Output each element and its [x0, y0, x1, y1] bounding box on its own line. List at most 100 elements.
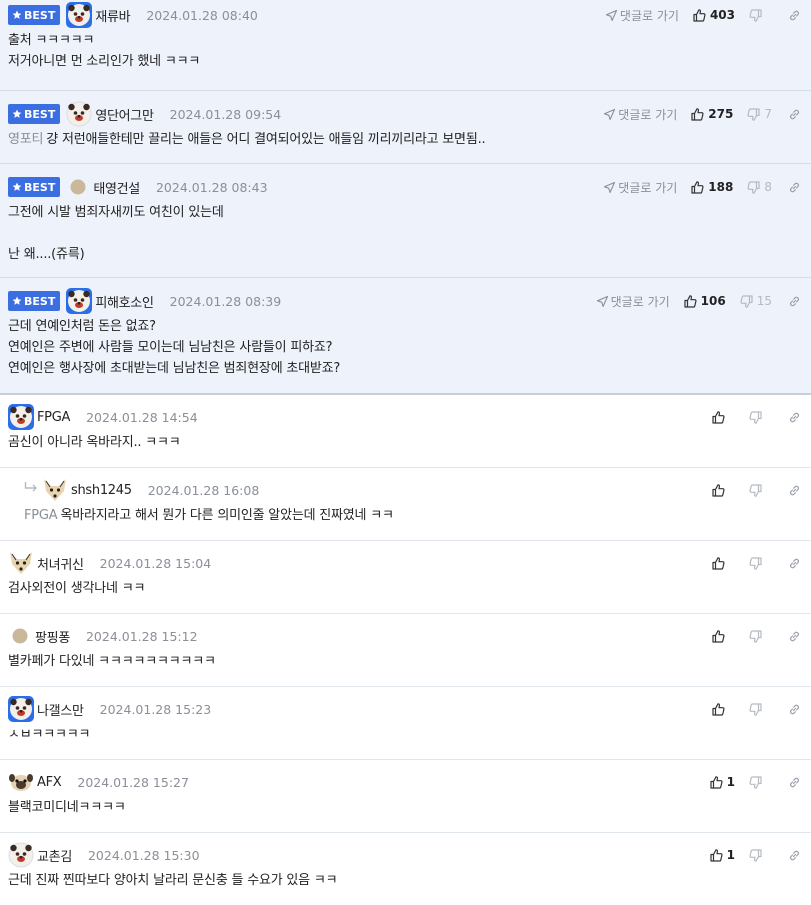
share-link-button[interactable]	[788, 108, 801, 121]
nickname[interactable]: 교촌김	[37, 846, 72, 865]
like-count: 403	[709, 8, 735, 22]
comment-body: 그전에 시발 범죄자새끼도 여친이 있는데 난 왜....(쥬륵)	[8, 205, 224, 262]
dislike-count: 7	[764, 107, 772, 121]
like-button[interactable]: 1	[710, 775, 735, 789]
share-link-button[interactable]	[788, 295, 801, 308]
link-icon	[790, 296, 799, 306]
bear-avatar[interactable]	[66, 101, 92, 127]
navigate-icon	[596, 295, 608, 307]
bear-avatar[interactable]	[8, 696, 34, 722]
nickname[interactable]: 재류바	[95, 6, 130, 25]
share-link-button[interactable]	[788, 630, 801, 643]
nickname[interactable]: FPGA	[37, 410, 70, 425]
like-button[interactable]: 1	[710, 848, 735, 862]
dislike-button[interactable]	[749, 702, 772, 716]
dislike-button[interactable]: 8	[747, 180, 772, 194]
dislike-count: 8	[764, 180, 772, 194]
dot-avatar[interactable]	[12, 628, 28, 644]
like-button[interactable]	[712, 556, 735, 570]
thumbs-down-icon	[749, 848, 762, 862]
share-link-button[interactable]	[788, 703, 801, 716]
thumbs-down-icon	[749, 702, 762, 716]
dislike-button[interactable]: 7	[747, 107, 772, 121]
timestamp: 2024.01.28 08:40	[146, 7, 258, 23]
comment-body: 근데 진짜 찐따보다 양아치 날라리 문신충 들 수요가 있음 ㅋㅋ	[8, 873, 338, 888]
dislike-button[interactable]: 15	[740, 294, 772, 308]
like-button[interactable]: 275	[691, 107, 733, 121]
link-icon	[790, 777, 799, 787]
share-link-button[interactable]	[788, 484, 801, 497]
like-button[interactable]	[712, 702, 735, 716]
nickname[interactable]: 피해호소인	[95, 292, 154, 311]
reply-target[interactable]: 영포티	[8, 132, 43, 147]
link-icon	[790, 412, 799, 422]
comment-body: 근데 연예인처럼 돈은 없죠? 연예인은 주변에 사람들 모이는데 님남친은 사…	[8, 319, 341, 376]
comment: 처녀귀신 2024.01.28 15:04 검사외전이 생각나네 ㅋㅋ	[0, 541, 811, 614]
bear-avatar[interactable]	[8, 404, 34, 430]
goto-comment-button[interactable]: 댓글로 가기	[596, 293, 670, 310]
thumbs-up-icon	[712, 410, 725, 424]
goto-comment-button[interactable]: 댓글로 가기	[604, 179, 677, 196]
comment-body: FPGA 옥바라지라고 해서 뭔가 다른 의미인줄 알았는데 진짜였네 ㅋㅋ	[24, 508, 394, 523]
dislike-button[interactable]	[749, 775, 772, 789]
fox-avatar[interactable]	[42, 477, 68, 503]
dislike-button[interactable]	[749, 556, 772, 570]
dislike-button[interactable]	[749, 410, 772, 424]
nickname[interactable]: 처녀귀신	[37, 554, 84, 573]
dislike-button[interactable]	[749, 483, 772, 497]
timestamp: 2024.01.28 08:43	[155, 179, 268, 195]
nickname[interactable]: shsh1245	[71, 483, 132, 498]
nickname[interactable]: 태영건설	[93, 178, 140, 197]
share-link-button[interactable]	[788, 776, 801, 789]
share-link-button[interactable]	[788, 849, 801, 862]
nickname[interactable]: 팡핑퐁	[35, 627, 70, 646]
dislike-button[interactable]	[749, 848, 772, 862]
best-comment: BEST 피해호소인 2024.01.28 08:39 댓글로 가기 106 1…	[0, 278, 811, 395]
share-link-button[interactable]	[788, 411, 801, 424]
reply-target[interactable]: FPGA	[24, 508, 58, 523]
like-button[interactable]	[712, 483, 735, 497]
nickname[interactable]: 나갤스만	[37, 700, 84, 719]
share-link-button[interactable]	[788, 557, 801, 570]
timestamp: 2024.01.28 15:04	[99, 555, 212, 571]
like-count: 275	[708, 107, 734, 121]
goto-comment-button[interactable]: 댓글로 가기	[604, 106, 677, 123]
thumbs-down-icon	[749, 8, 762, 22]
like-count: 1	[726, 775, 735, 789]
pug-avatar[interactable]	[8, 769, 34, 795]
fox-avatar[interactable]	[8, 550, 34, 576]
link-icon	[790, 631, 799, 641]
nickname[interactable]: 영단어그만	[95, 105, 154, 124]
thumbs-up-icon	[712, 556, 725, 570]
comment-body: ㅅㅂㅋㅋㅋㅋㅋ	[8, 727, 91, 742]
dot-avatar[interactable]	[70, 179, 86, 195]
best-comment: BEST 태영건설 2024.01.28 08:43 댓글로 가기 188 8 …	[0, 164, 811, 278]
like-button[interactable]: 403	[693, 8, 735, 22]
dislike-button[interactable]	[749, 8, 772, 22]
bear-avatar[interactable]	[66, 288, 93, 314]
like-button[interactable]	[712, 410, 735, 424]
like-button[interactable]	[712, 629, 735, 643]
timestamp: 2024.01.28 14:54	[86, 409, 198, 425]
thumbs-down-icon	[749, 629, 762, 643]
timestamp: 2024.01.28 15:23	[99, 701, 212, 717]
comment: AFX 2024.01.28 15:27 1 블랙코미디네ㅋㅋㅋㅋ	[0, 760, 811, 833]
navigate-icon	[604, 108, 616, 120]
nickname[interactable]: AFX	[37, 775, 62, 790]
goto-comment-button[interactable]: 댓글로 가기	[605, 7, 679, 24]
share-link-button[interactable]	[788, 9, 801, 22]
reply-arrow-icon	[24, 482, 38, 498]
link-icon	[790, 485, 799, 495]
best-badge: BEST	[8, 5, 61, 25]
comment-body: 출처 ㅋㅋㅋㅋㅋ 저거아니면 먼 소리인가 했네 ㅋㅋㅋ	[8, 33, 201, 69]
like-button[interactable]: 188	[691, 180, 733, 194]
thumbs-up-icon	[691, 107, 704, 121]
star-icon	[12, 109, 22, 118]
bear-avatar[interactable]	[8, 842, 34, 868]
bear-avatar[interactable]	[66, 2, 93, 28]
share-link-button[interactable]	[788, 181, 801, 194]
like-button[interactable]: 106	[684, 294, 726, 308]
dislike-button[interactable]	[749, 629, 772, 643]
timestamp: 2024.01.28 15:12	[85, 628, 198, 644]
thumbs-down-icon	[747, 180, 760, 194]
